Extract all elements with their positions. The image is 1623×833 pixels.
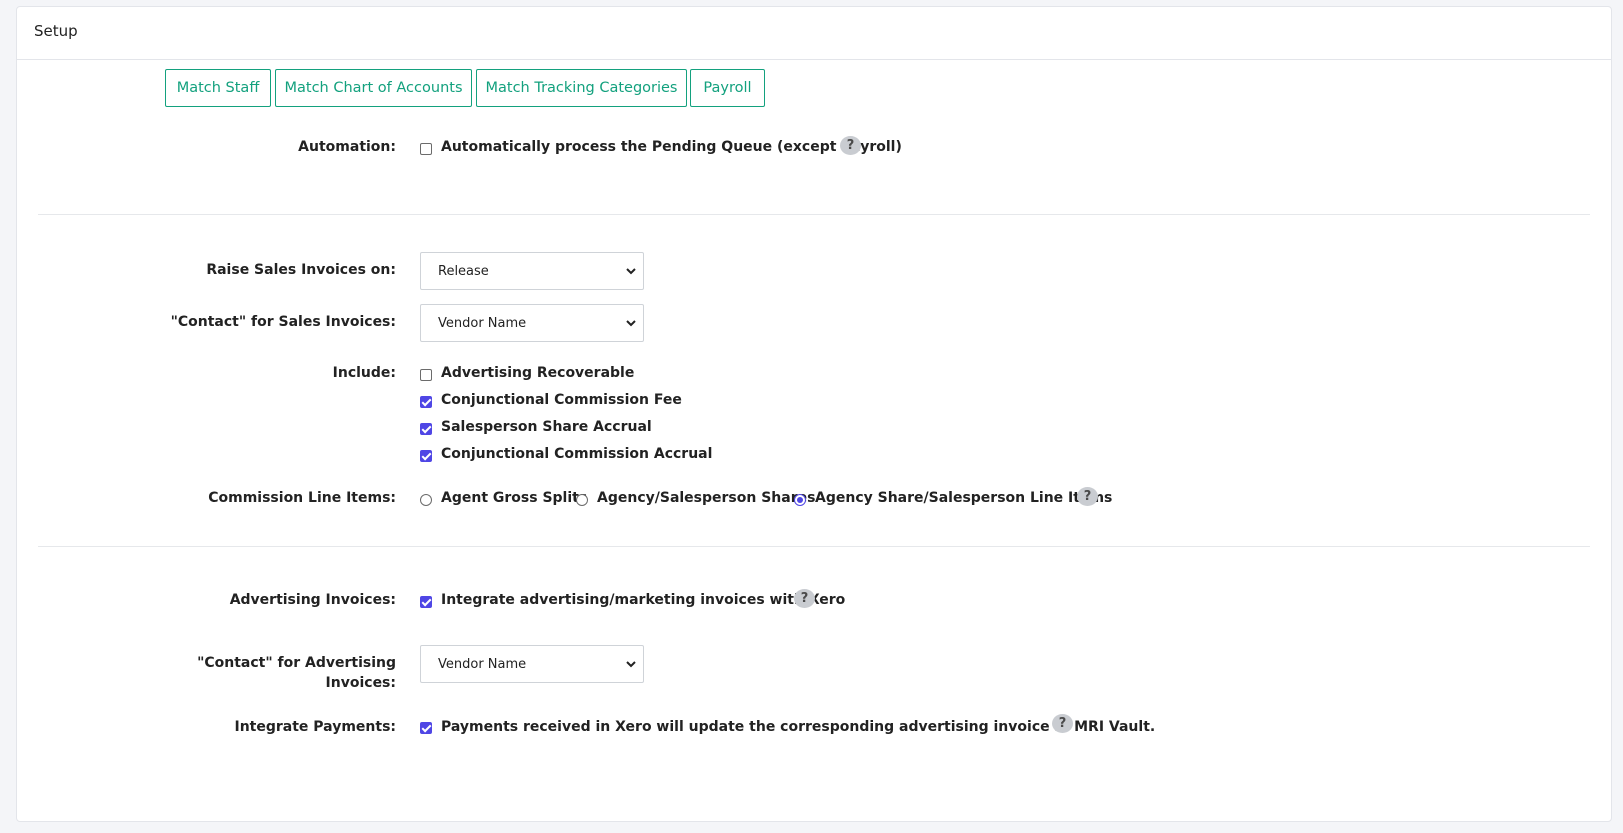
include-advertising-recoverable-checkbox[interactable] [420, 369, 432, 381]
include-salesperson-share-accrual-checkbox[interactable] [420, 423, 432, 435]
include-conjunctional-commission-fee-checkbox[interactable] [420, 396, 432, 408]
tab-match-chart-of-accounts[interactable]: Match Chart of Accounts [275, 69, 472, 107]
commission-option-label: Agent Gross Splits [441, 490, 588, 506]
section-divider [38, 214, 1590, 215]
contact-advertising-label-line2: Invoices: [325, 675, 396, 691]
contact-advertising-value: Vendor Name [438, 657, 527, 672]
chevron-down-icon [626, 320, 636, 327]
advertising-checkbox[interactable] [420, 596, 432, 608]
raise-sales-label: Raise Sales Invoices on: [206, 262, 396, 278]
payments-help-icon[interactable]: ? [1052, 714, 1073, 733]
contact-advertising-label-line1: "Contact" for Advertising [197, 655, 396, 671]
commission-label: Commission Line Items: [208, 490, 396, 506]
contact-advertising-select[interactable]: Vendor Name [420, 645, 644, 683]
include-conjunctional-commission-accrual-checkbox[interactable] [420, 450, 432, 462]
commission-option-label: Agency/Salesperson Shares [597, 490, 816, 506]
advertising-help-icon[interactable]: ? [794, 589, 815, 608]
setup-panel: Setup [16, 6, 1612, 822]
page-title: Setup [17, 7, 1611, 60]
automation-checkbox[interactable] [420, 143, 432, 155]
raise-sales-select[interactable]: Release [420, 252, 644, 290]
include-item-label: Conjunctional Commission Accrual [441, 446, 713, 462]
tab-match-tracking-categories[interactable]: Match Tracking Categories [476, 69, 687, 107]
tab-match-staff[interactable]: Match Staff [165, 69, 271, 107]
contact-sales-select[interactable]: Vendor Name [420, 304, 644, 342]
payments-checkbox[interactable] [420, 722, 432, 734]
chevron-down-icon [626, 268, 636, 275]
commission-agency-share-line-items-radio[interactable] [794, 494, 806, 506]
section-divider [38, 546, 1590, 547]
include-label: Include: [332, 365, 396, 381]
raise-sales-value: Release [438, 264, 489, 279]
commission-help-icon[interactable]: ? [1077, 487, 1098, 506]
payments-label: Integrate Payments: [234, 719, 397, 735]
contact-sales-value: Vendor Name [438, 316, 527, 331]
chevron-down-icon [626, 661, 636, 668]
commission-agent-gross-splits-radio[interactable] [420, 494, 432, 506]
advertising-option-label: Integrate advertising/marketing invoices… [441, 592, 846, 608]
contact-sales-label: "Contact" for Sales Invoices: [170, 314, 396, 330]
include-item-label: Advertising Recoverable [441, 365, 635, 381]
payments-option-label: Payments received in Xero will update th… [441, 719, 1156, 735]
include-item-label: Conjunctional Commission Fee [441, 392, 682, 408]
automation-option-label: Automatically process the Pending Queue … [441, 139, 902, 155]
automation-help-icon[interactable]: ? [840, 136, 861, 155]
tab-payroll[interactable]: Payroll [690, 69, 765, 107]
advertising-label: Advertising Invoices: [229, 592, 396, 608]
automation-label: Automation: [298, 139, 396, 155]
commission-agency-salesperson-shares-radio[interactable] [576, 494, 588, 506]
commission-option-label: Agency Share/Salesperson Line Items [815, 490, 1113, 506]
include-item-label: Salesperson Share Accrual [441, 419, 652, 435]
